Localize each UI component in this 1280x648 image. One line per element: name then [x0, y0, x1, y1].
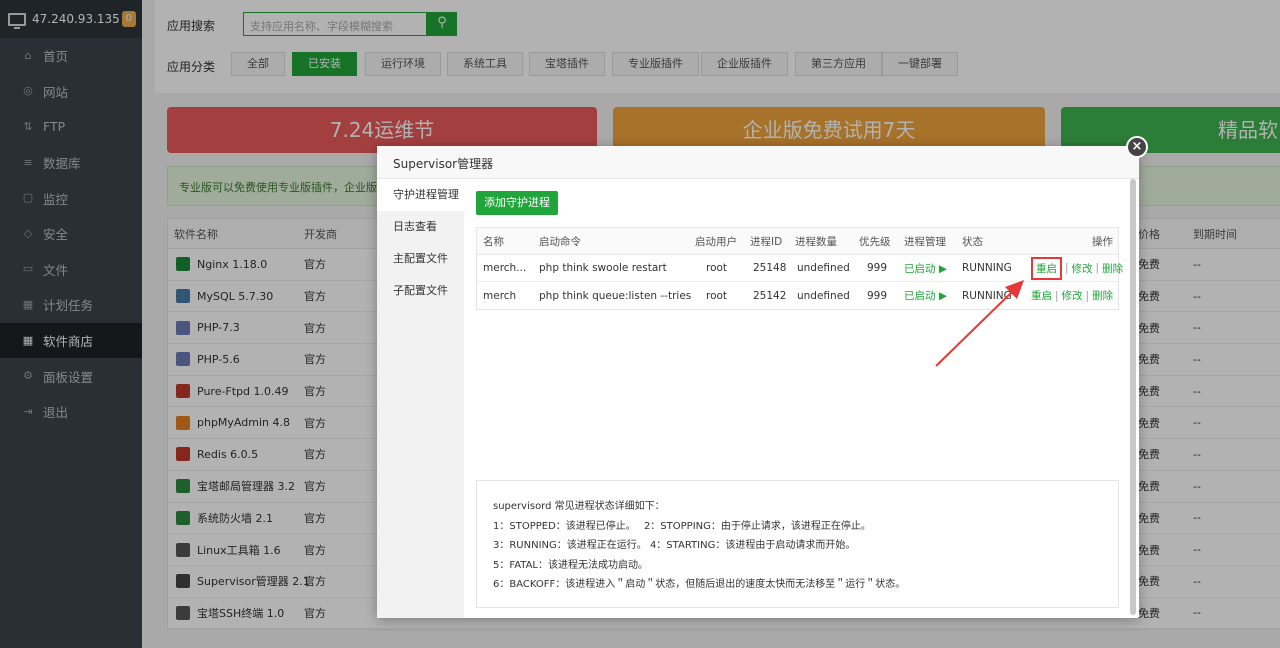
annotation-arrow	[935, 280, 1024, 367]
arrow-line	[935, 289, 1015, 367]
